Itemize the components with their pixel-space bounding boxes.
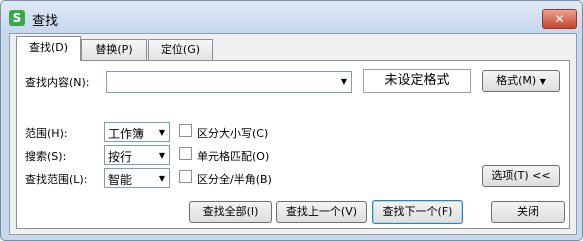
look-in-value: 智能 xyxy=(108,173,133,187)
tab-find[interactable]: 查找(D) xyxy=(16,36,81,61)
search-order-label: 搜索(S): xyxy=(25,150,67,163)
title-bar: S 查找 ✕ xyxy=(1,1,582,33)
chevron-down-icon[interactable]: ▼ xyxy=(341,77,347,86)
dialog-title: 查找 xyxy=(32,14,59,29)
look-in-label: 查找范围(L): xyxy=(25,173,88,186)
find-what-input[interactable]: ▼ xyxy=(106,71,352,93)
chevron-down-icon: ▼ xyxy=(158,128,165,137)
match-case-checkbox[interactable] xyxy=(179,124,192,137)
match-width-checkbox[interactable] xyxy=(179,170,192,183)
scope-value: 工作簿 xyxy=(108,127,145,141)
chevron-down-icon: ▼ xyxy=(539,77,546,86)
find-dialog: S 查找 ✕ 查找(D) 替换(P) 定位(G) 查找内容(N): ▼ 未设定格… xyxy=(0,0,583,241)
find-previous-button[interactable]: 查找上一个(V) xyxy=(276,201,367,223)
format-preview: 未设定格式 xyxy=(363,69,471,93)
match-case-label[interactable]: 区分大小写(C) xyxy=(197,125,268,141)
find-next-button[interactable]: 查找下一个(F) xyxy=(372,200,463,224)
format-button[interactable]: 格式(M) ▼ xyxy=(482,70,560,92)
options-toggle-button[interactable]: 选项(T) << xyxy=(482,165,560,187)
tab-replace[interactable]: 替换(P) xyxy=(81,39,147,60)
scope-select[interactable]: 工作簿 ▼ xyxy=(104,122,170,142)
format-button-label: 格式(M) xyxy=(496,74,537,87)
tab-goto[interactable]: 定位(G) xyxy=(148,39,213,60)
match-cell-label[interactable]: 单元格匹配(O) xyxy=(197,148,269,164)
match-cell-checkbox[interactable] xyxy=(179,147,192,160)
scope-label: 范围(H): xyxy=(25,127,68,140)
close-button[interactable]: 关闭 xyxy=(491,201,565,223)
find-what-label: 查找内容(N): xyxy=(25,76,90,89)
dialog-body: 查找(D) 替换(P) 定位(G) 查找内容(N): ▼ 未设定格式 格式(M)… xyxy=(9,33,577,235)
match-width-label[interactable]: 区分全/半角(B) xyxy=(197,171,272,187)
chevron-down-icon: ▼ xyxy=(158,174,165,183)
app-logo-icon: S xyxy=(9,10,25,26)
tab-panel: 查找内容(N): ▼ 未设定格式 格式(M) ▼ 范围(H): 工作簿 ▼ 区分… xyxy=(16,60,570,229)
chevron-down-icon: ▼ xyxy=(158,151,165,160)
search-order-select[interactable]: 按行 ▼ xyxy=(104,145,170,165)
look-in-select[interactable]: 智能 ▼ xyxy=(104,168,170,188)
find-all-button[interactable]: 查找全部(I) xyxy=(189,201,272,223)
close-icon[interactable]: ✕ xyxy=(542,9,577,29)
search-order-value: 按行 xyxy=(108,150,133,164)
